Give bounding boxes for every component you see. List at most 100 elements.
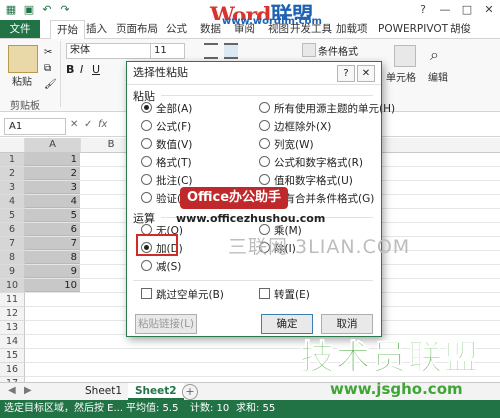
jsgho-logo-watermark: 技术员联盟 [300, 338, 480, 379]
row-header[interactable]: 8 [0, 251, 25, 265]
row-header[interactable]: 7 [0, 237, 25, 251]
radio-option[interactable]: 减(S) [141, 260, 181, 274]
paste-link-button[interactable]: 粘贴链接(L) [135, 314, 197, 334]
transpose-checkbox[interactable]: 转置(E) [259, 288, 310, 302]
radio-option[interactable]: 边框除外(X) [259, 120, 331, 134]
radio-option[interactable]: 格式(T) [141, 156, 192, 170]
radio-option[interactable]: 公式(F) [141, 120, 191, 134]
cell-a[interactable]: 3 [25, 181, 80, 194]
close-button[interactable]: ✕ [478, 2, 500, 18]
minimize-button[interactable]: — [434, 2, 456, 18]
cancel-icon[interactable]: ✕ [70, 119, 78, 130]
radio-label: 所有使用源主题的单元(H) [274, 103, 396, 115]
tab-powerpivot[interactable]: POWERPIVOT [372, 20, 454, 38]
find-icon[interactable]: ⌕ [430, 45, 446, 65]
cell-a[interactable]: 2 [25, 167, 80, 180]
bold-icon[interactable]: B [66, 63, 74, 76]
dialog-close-button[interactable]: ✕ [357, 65, 375, 82]
row-header[interactable]: 10 [0, 279, 25, 293]
conditional-format-icon[interactable] [302, 43, 316, 57]
radio-option[interactable]: 数值(V) [141, 138, 192, 152]
cut-icon[interactable]: ✂ [44, 47, 52, 58]
conditional-format-button[interactable]: 条件格式 [318, 43, 358, 58]
row-header[interactable]: 4 [0, 195, 25, 209]
radio-icon [259, 156, 270, 167]
format-painter-icon[interactable]: 🖌 [44, 79, 57, 90]
cells-button[interactable]: 单元格 [386, 69, 416, 84]
row-header[interactable]: 14 [0, 335, 25, 349]
cell-a[interactable]: 9 [25, 265, 80, 278]
redo-icon[interactable]: ↷ [58, 3, 72, 17]
account-name[interactable]: 胡俊 [444, 20, 477, 38]
font-name-select[interactable]: 宋体 [66, 43, 151, 59]
select-all-corner[interactable] [0, 138, 25, 153]
tab-insert[interactable]: 插入 [80, 20, 113, 38]
radio-label: 批注(C) [156, 175, 193, 187]
cell-a[interactable]: 5 [25, 209, 80, 222]
row-header[interactable]: 12 [0, 307, 25, 321]
cell-a[interactable]: 4 [25, 195, 80, 208]
radio-label: 全部(A) [156, 103, 193, 115]
save-icon[interactable]: ▣ [22, 3, 36, 17]
cell-a[interactable]: 6 [25, 223, 80, 236]
officezhushou-url: www.officezhushou.com [176, 212, 326, 225]
row-header[interactable]: 13 [0, 321, 25, 335]
insert-function-icon[interactable]: fx [98, 119, 107, 130]
checkbox-icon [259, 288, 270, 299]
enter-icon[interactable]: ✓ [84, 119, 92, 130]
row-header[interactable]: 6 [0, 223, 25, 237]
edit-button[interactable]: 编辑 [428, 69, 448, 84]
cell-a[interactable]: 10 [25, 279, 80, 292]
align-top-icon[interactable] [204, 43, 218, 59]
tab-page-layout[interactable]: 页面布局 [110, 20, 164, 38]
restore-button[interactable]: □ [456, 2, 478, 18]
row-header[interactable]: 9 [0, 265, 25, 279]
next-sheet-icon[interactable]: ▶ [24, 385, 32, 396]
radio-option[interactable]: 公式和数字格式(R) [259, 156, 363, 170]
excel-logo-icon: ▦ [5, 3, 17, 16]
row-header[interactable]: 5 [0, 209, 25, 223]
wordlm-url-watermark: www.wordlm.com [222, 16, 322, 27]
radio-option[interactable]: 批注(C) [141, 174, 193, 188]
column-header-a[interactable]: A [25, 138, 81, 153]
row-header[interactable]: 15 [0, 349, 25, 363]
radio-option[interactable]: 所有使用源主题的单元(H) [259, 102, 395, 116]
cell-a[interactable]: 8 [25, 251, 80, 264]
sheet-tab-sheet1[interactable]: Sheet1 [78, 383, 129, 400]
undo-icon[interactable]: ↶ [40, 3, 54, 17]
status-count: 计数: 10 [190, 403, 230, 414]
row-header[interactable]: 2 [0, 167, 25, 181]
name-box[interactable]: A1 [4, 118, 66, 135]
row-header[interactable]: 3 [0, 181, 25, 195]
tab-formulas[interactable]: 公式 [160, 20, 193, 38]
skip-blanks-checkbox[interactable]: 跳过空单元(B) [141, 288, 224, 302]
radio-icon [141, 120, 152, 131]
radio-option[interactable]: 列宽(W) [259, 138, 314, 152]
italic-icon[interactable]: I [80, 63, 83, 76]
dialog-title-bar[interactable]: 选择性粘贴 ? ✕ [127, 62, 381, 85]
sheet-tab-sheet2[interactable]: Sheet2 [128, 383, 184, 400]
font-size-select[interactable]: 11 [150, 43, 185, 59]
radio-option[interactable]: 值和数字格式(U) [259, 174, 353, 188]
paste-icon[interactable] [8, 45, 38, 73]
copy-icon[interactable]: ⧉ [44, 63, 51, 74]
radio-option[interactable]: 全部(A) [141, 102, 192, 116]
cell-a[interactable]: 1 [25, 153, 80, 166]
help-button[interactable]: ? [412, 2, 434, 18]
row-header[interactable]: 1 [0, 153, 25, 167]
radio-label: 值和数字格式(U) [274, 175, 353, 187]
radio-icon [259, 102, 270, 113]
row-header[interactable]: 16 [0, 363, 25, 377]
paste-button-label[interactable]: 粘贴 [8, 73, 36, 88]
tab-file[interactable]: 文件 [0, 20, 40, 38]
dialog-help-button[interactable]: ? [337, 65, 355, 82]
add-sheet-icon[interactable]: + [182, 384, 198, 400]
radio-icon [141, 174, 152, 185]
cell-a[interactable]: 7 [25, 237, 80, 250]
underline-icon[interactable]: U [92, 63, 100, 76]
tab-addins[interactable]: 加载项 [330, 20, 374, 38]
prev-sheet-icon[interactable]: ◀ [8, 385, 16, 396]
align-middle-icon[interactable] [224, 43, 238, 59]
cells-icon[interactable] [394, 45, 416, 67]
row-header[interactable]: 11 [0, 293, 25, 307]
